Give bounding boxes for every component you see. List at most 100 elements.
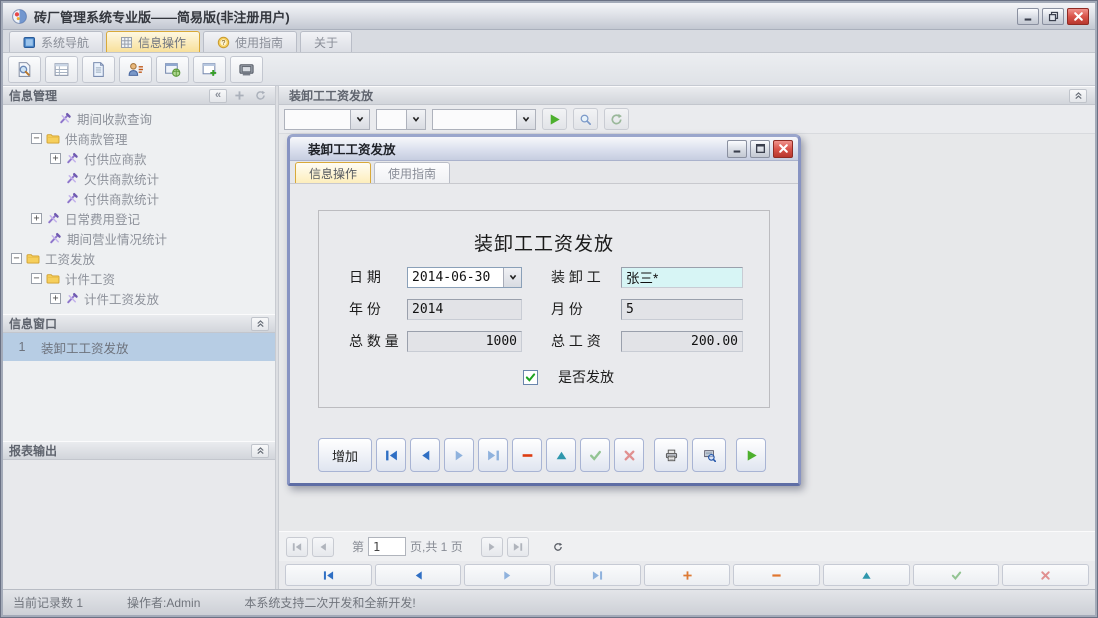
tab-guide[interactable]: ?使用指南	[203, 31, 297, 52]
close-button[interactable]	[1067, 8, 1089, 25]
tree-item-7[interactable]: −工资发放	[3, 248, 275, 268]
rec-edit-button[interactable]	[546, 438, 576, 472]
nav-cancel-button[interactable]	[1002, 564, 1089, 586]
nav-prev-button[interactable]	[375, 564, 462, 586]
tree-item-3[interactable]: 欠供商款统计	[3, 168, 275, 188]
datasheet-icon	[53, 61, 70, 78]
nav-edit-button[interactable]	[823, 564, 910, 586]
nav-next-button[interactable]	[464, 564, 551, 586]
month-input[interactable]	[621, 299, 743, 320]
nav-last-button[interactable]	[554, 564, 641, 586]
qty-input[interactable]	[407, 331, 522, 352]
form-heading: 装卸工工资发放	[319, 229, 769, 256]
filter-combo-2-input[interactable]	[377, 110, 406, 129]
nav-ok-button[interactable]	[913, 564, 1000, 586]
combo-arrow-icon[interactable]	[350, 110, 369, 129]
filter-refresh-button[interactable]	[604, 108, 629, 130]
filter-combo-1-input[interactable]	[285, 110, 350, 129]
filter-combo-1[interactable]	[284, 109, 370, 130]
page-next-button[interactable]	[481, 537, 503, 557]
sidebar-add-button[interactable]	[230, 89, 248, 103]
nav-remove-button[interactable]	[733, 564, 820, 586]
sidebar-collapse-button[interactable]: «	[209, 89, 227, 103]
payout-checkbox[interactable]	[523, 370, 538, 385]
tree-item-5[interactable]: +日常费用登记	[3, 208, 275, 228]
rec-ok-button[interactable]	[580, 438, 610, 472]
rec-prev-button[interactable]	[410, 438, 440, 472]
dialog-tab-info-ops[interactable]: 信息操作	[295, 162, 371, 183]
play-icon	[745, 449, 758, 462]
page-first-button[interactable]	[286, 537, 308, 557]
date-dropdown-arrow-icon[interactable]	[503, 268, 521, 287]
year-input[interactable]	[407, 299, 522, 320]
tab-info-ops[interactable]: 信息操作	[106, 31, 200, 52]
filter-combo-3[interactable]	[432, 109, 536, 130]
rec-first-button[interactable]	[376, 438, 406, 472]
printer-tool-button[interactable]	[230, 56, 263, 83]
print-preview-button[interactable]	[692, 438, 726, 472]
refresh-icon	[610, 113, 623, 126]
page-number-input[interactable]	[368, 537, 406, 556]
nav-first-button[interactable]	[285, 564, 372, 586]
date-input[interactable]	[408, 268, 503, 287]
datasheet-button[interactable]	[45, 56, 78, 83]
page-refresh-button[interactable]	[547, 537, 569, 557]
filter-search-button[interactable]	[573, 108, 598, 130]
window-add-button[interactable]	[193, 56, 226, 83]
tree-item-2[interactable]: +付供应商款	[3, 148, 275, 168]
tree-item-label: 期间收款查询	[77, 109, 152, 128]
date-combobox[interactable]	[407, 267, 522, 288]
filter-combo-2[interactable]	[376, 109, 426, 130]
tree-item-4[interactable]: 付供商款统计	[3, 188, 275, 208]
sidebar-refresh-button[interactable]	[251, 89, 269, 103]
filter-combo-3-input[interactable]	[433, 110, 516, 129]
info-window-collapse-button[interactable]	[251, 317, 269, 331]
filter-run-button[interactable]	[542, 108, 567, 130]
rec-cancel-button[interactable]	[614, 438, 644, 472]
expand-box-icon[interactable]: +	[50, 153, 61, 164]
nav-add-button[interactable]	[644, 564, 731, 586]
dialog-tab-guide[interactable]: 使用指南	[374, 162, 450, 183]
info-window-item[interactable]: 1装卸工工资发放	[3, 333, 275, 361]
worker-input[interactable]	[621, 267, 743, 288]
tree-item-1[interactable]: −供商款管理	[3, 128, 275, 148]
tab-about[interactable]: 关于	[300, 31, 352, 52]
add-record-button[interactable]: 增加	[318, 438, 372, 472]
document-button[interactable]	[82, 56, 115, 83]
dialog-close-button[interactable]	[773, 140, 793, 158]
expand-box-icon[interactable]: +	[31, 213, 42, 224]
tree-item-6[interactable]: 期间营业情况统计	[3, 228, 275, 248]
search-doc-button[interactable]	[8, 56, 41, 83]
collapse-box-icon[interactable]: −	[31, 273, 42, 284]
collapse-box-icon[interactable]: −	[31, 133, 42, 144]
window-globe-icon	[164, 61, 181, 78]
tree-item-9[interactable]: +计件工资发放	[3, 288, 275, 308]
combo-arrow-icon[interactable]	[406, 110, 425, 129]
rec-delete-button[interactable]	[512, 438, 542, 472]
minimize-button[interactable]	[1017, 8, 1039, 25]
combo-arrow-icon[interactable]	[516, 110, 535, 129]
rec-next-button[interactable]	[444, 438, 474, 472]
run-button[interactable]	[736, 438, 766, 472]
rec-last-button[interactable]	[478, 438, 508, 472]
user-button[interactable]	[119, 56, 152, 83]
payout-label: 是否发放	[558, 367, 614, 387]
search-doc-icon	[16, 61, 33, 78]
collapse-box-icon[interactable]: −	[11, 253, 22, 264]
leaf-icon	[65, 172, 79, 185]
tab-system-nav[interactable]: 系统导航	[9, 31, 103, 52]
tree-item-8[interactable]: −计件工资	[3, 268, 275, 288]
wage-input[interactable]	[621, 331, 743, 352]
window-globe-button[interactable]	[156, 56, 189, 83]
page-prev-button[interactable]	[312, 537, 334, 557]
report-collapse-button[interactable]	[251, 444, 269, 458]
page-last-button[interactable]	[507, 537, 529, 557]
dialog-maximize-button[interactable]	[750, 140, 770, 158]
info-tree: 期间收款查询−供商款管理+付供应商款欠供商款统计付供商款统计+日常费用登记期间营…	[3, 105, 275, 314]
print-button[interactable]	[654, 438, 688, 472]
expand-box-icon[interactable]: +	[50, 293, 61, 304]
main-panel-collapse-button[interactable]	[1069, 89, 1087, 103]
restore-button[interactable]	[1042, 8, 1064, 25]
dialog-minimize-button[interactable]	[727, 140, 747, 158]
tree-item-0[interactable]: 期间收款查询	[3, 108, 275, 128]
